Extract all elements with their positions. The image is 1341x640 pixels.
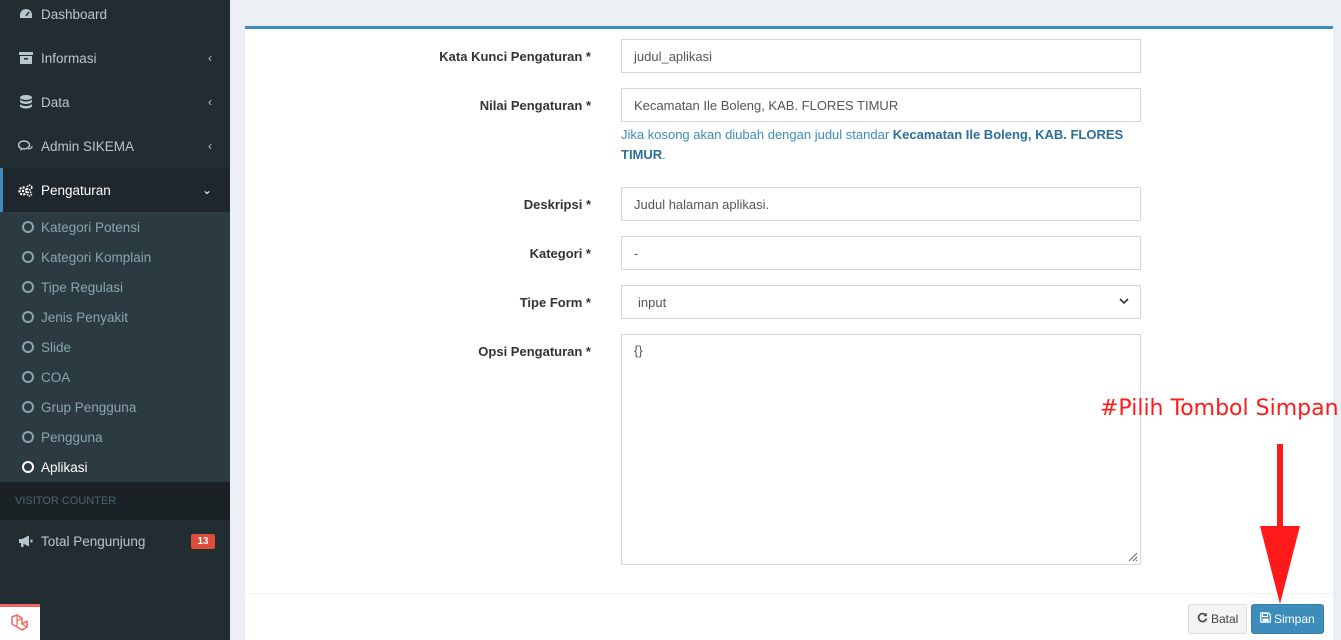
category-input[interactable]: - — [621, 236, 1141, 270]
key-input-value: judul_aplikasi — [634, 48, 713, 64]
settings-form-box: Kata Kunci Pengaturan * judul_aplikasi N… — [245, 26, 1333, 640]
value-label: Nilai Pengaturan * — [479, 98, 591, 113]
circle-icon — [22, 251, 34, 263]
cancel-button-label: Batal — [1211, 612, 1239, 626]
circle-icon — [22, 311, 34, 323]
value-input[interactable]: Kecamatan Ile Boleng, KAB. FLORES TIMUR — [621, 88, 1141, 122]
cancel-button[interactable]: Batal — [1188, 604, 1248, 634]
submenu-item-tipe-regulasi[interactable]: Tipe Regulasi — [0, 272, 230, 302]
value-input-value: Kecamatan Ile Boleng, KAB. FLORES TIMUR — [634, 97, 899, 113]
circle-icon — [22, 431, 34, 443]
description-input-value: Judul halaman aplikasi. — [634, 196, 770, 212]
submenu-item-label: Kategori Potensi — [41, 219, 141, 235]
bullhorn-icon — [18, 534, 33, 549]
down-arrow-icon — [1260, 444, 1300, 604]
submenu-item-kategori-potensi[interactable]: Kategori Potensi — [0, 212, 230, 242]
submenu-item-kategori-komplain[interactable]: Kategori Komplain — [0, 242, 230, 272]
submenu-item-label: COA — [41, 369, 71, 385]
sidebar-item-label: Dashboard — [41, 6, 108, 22]
save-button-label: Simpan — [1274, 612, 1315, 626]
chevron-left-icon: ‹ — [208, 139, 212, 153]
options-textarea-value: {} — [634, 343, 643, 358]
description-label: Deskripsi * — [523, 197, 591, 212]
sidebar-item-data[interactable]: Data ‹ — [0, 80, 230, 124]
submenu-pengaturan: Kategori Potensi Kategori Komplain Tipe … — [0, 212, 230, 482]
visitor-count-badge: 13 — [191, 534, 215, 549]
sidebar-item-informasi[interactable]: Informasi ‹ — [0, 36, 230, 80]
help-suffix: . — [662, 147, 666, 162]
circle-icon — [22, 341, 34, 353]
gears-icon — [18, 183, 33, 198]
sidebar-item-label: Informasi — [41, 50, 97, 66]
submenu-item-aplikasi[interactable]: Aplikasi — [0, 452, 230, 482]
form-type-label: Tipe Form * — [519, 295, 591, 310]
submenu-item-label: Jenis Penyakit — [41, 309, 129, 325]
sidebar-item-admin-sikema[interactable]: Admin SIKEMA ‹ — [0, 124, 230, 168]
sidebar-item-label: Data — [41, 94, 70, 110]
submenu-item-pengguna[interactable]: Pengguna — [0, 422, 230, 452]
form-footer: Batal Simpan — [245, 593, 1333, 640]
circle-icon — [22, 371, 34, 383]
comments-icon — [18, 139, 33, 154]
sidebar: Dashboard Informasi ‹ Data ‹ Admin SIKEM… — [0, 0, 230, 640]
submenu-item-label: Tipe Regulasi — [41, 279, 124, 295]
dashboard-icon — [18, 7, 33, 22]
form-type-select[interactable]: input — [621, 285, 1141, 319]
chevron-left-icon: ‹ — [208, 95, 212, 109]
submenu-item-label: Grup Pengguna — [41, 399, 137, 415]
database-icon — [18, 95, 33, 110]
annotation-text: #Pilih Tombol Simpan — [1100, 396, 1339, 421]
sidebar-item-pengaturan[interactable]: Pengaturan ⌄ — [0, 168, 230, 212]
form-type-select-value: input — [638, 294, 667, 310]
options-textarea[interactable]: {} — [621, 334, 1141, 565]
options-label: Opsi Pengaturan * — [478, 344, 591, 359]
submenu-item-label: Kategori Komplain — [41, 249, 152, 265]
sidebar-section-header: VISITOR COUNTER — [0, 482, 230, 520]
chevron-down-icon: ⌄ — [201, 183, 212, 197]
submenu-item-grup-pengguna[interactable]: Grup Pengguna — [0, 392, 230, 422]
sidebar-item-label: Pengaturan — [41, 182, 111, 198]
key-label: Kata Kunci Pengaturan * — [439, 49, 591, 64]
submenu-item-slide[interactable]: Slide — [0, 332, 230, 362]
floppy-disk-icon — [1260, 612, 1271, 626]
resize-handle-icon[interactable] — [1126, 550, 1138, 562]
description-input[interactable]: Judul halaman aplikasi. — [621, 187, 1141, 221]
circle-icon — [22, 461, 34, 473]
chevron-left-icon: ‹ — [208, 51, 212, 65]
sidebar-item-label: Total Pengunjung — [41, 533, 146, 549]
help-prefix: Jika kosong akan diubah dengan judul sta… — [621, 127, 893, 142]
archive-icon — [18, 51, 33, 66]
submenu-item-label: Pengguna — [41, 429, 103, 445]
sidebar-item-dashboard[interactable]: Dashboard — [0, 0, 230, 36]
submenu-item-jenis-penyakit[interactable]: Jenis Penyakit — [0, 302, 230, 332]
submenu-item-label: Slide — [41, 339, 72, 355]
key-input[interactable]: judul_aplikasi — [621, 39, 1141, 73]
circle-icon — [22, 401, 34, 413]
sidebar-item-label: Admin SIKEMA — [41, 138, 135, 154]
refresh-icon — [1197, 612, 1208, 626]
laravel-logo-icon — [0, 604, 40, 640]
category-input-value: - — [634, 245, 639, 261]
submenu-item-label: Aplikasi — [41, 459, 88, 475]
value-help-text: Jika kosong akan diubah dengan judul sta… — [621, 125, 1141, 165]
circle-icon — [22, 221, 34, 233]
category-label: Kategori * — [529, 246, 591, 261]
circle-icon — [22, 281, 34, 293]
submenu-item-coa[interactable]: COA — [0, 362, 230, 392]
save-button[interactable]: Simpan — [1251, 604, 1324, 634]
chevron-down-icon — [1118, 295, 1130, 310]
